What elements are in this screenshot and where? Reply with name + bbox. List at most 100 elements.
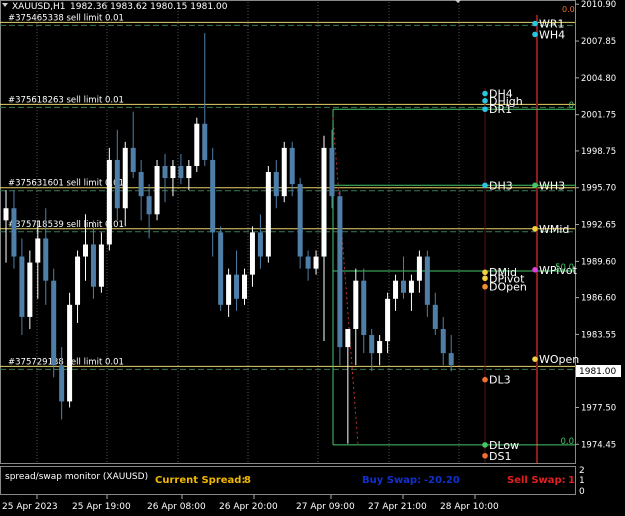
buy-swap-text: Buy Swap: xyxy=(362,475,421,486)
expand-arrow-icon[interactable] xyxy=(455,0,461,3)
candle-body xyxy=(273,172,279,197)
candle-body xyxy=(59,365,65,402)
price-tick-label: 2007.85 xyxy=(581,37,616,47)
candle-body xyxy=(98,244,104,287)
candle-body xyxy=(210,159,216,233)
level-percent-label: 0 xyxy=(569,101,574,111)
weekly-level-label: WOpen xyxy=(539,353,579,366)
candle-body xyxy=(27,262,33,317)
candle-body xyxy=(218,232,224,305)
current-price-text: 1981.00 xyxy=(579,367,616,377)
candle-body xyxy=(234,274,240,299)
candle-body xyxy=(369,335,375,354)
candle-body xyxy=(337,196,343,348)
daily-level-dot xyxy=(482,452,488,459)
candle-body xyxy=(377,341,383,354)
subwindow-scale-top: 2 xyxy=(579,466,585,476)
weekly-level-dot xyxy=(532,20,538,27)
time-tick-label: 27 Apr 09:00 xyxy=(296,502,355,512)
price-tick-label: 1977.50 xyxy=(581,403,616,413)
weekly-level-dot xyxy=(532,182,538,189)
candle-body xyxy=(242,274,247,299)
order-label: #375729138 sell limit 0.01 xyxy=(8,357,124,367)
collapse-arrow-icon[interactable] xyxy=(2,3,8,7)
candle-body xyxy=(401,280,406,293)
candle-body xyxy=(138,172,144,197)
candle-body xyxy=(75,256,81,305)
candle-body xyxy=(202,123,208,160)
candle-body xyxy=(257,232,263,257)
candle-body xyxy=(178,165,184,179)
level-percent-label: 50.0 xyxy=(555,263,574,273)
time-tick-label: 27 Apr 21:00 xyxy=(368,502,427,512)
time-tick-label: 26 Apr 08:00 xyxy=(147,502,206,512)
candle-body xyxy=(146,196,152,215)
candle-body xyxy=(51,280,57,366)
candle-body xyxy=(114,159,120,209)
subwindow-scale-bot: 0 xyxy=(579,487,585,497)
spread-text: Current Spread: xyxy=(155,475,245,486)
candle-body xyxy=(329,147,335,197)
daily-level-dot xyxy=(482,442,488,448)
time-axis: 25 Apr 2023 25 Apr 19:00 26 Apr 08:00 26 Ap… xyxy=(2,495,499,512)
candle-body xyxy=(67,304,73,402)
candle-body xyxy=(19,256,25,317)
daily-level-label: DL3 xyxy=(489,374,511,387)
daily-level-label: DR1 xyxy=(489,103,512,116)
buy-swap-label: Buy Swap: -20.20 xyxy=(362,475,460,486)
chart-canvas[interactable]: #375465338 sell limit 0.01 #375618263 sel… xyxy=(0,0,625,516)
price-tick-label: 1974.45 xyxy=(581,440,616,450)
order-label: #375618263 sell limit 0.01 xyxy=(8,95,124,105)
daily-level-dot xyxy=(482,283,488,290)
ohlc-readout: 1982.36 1983.62 1980.15 1981.00 xyxy=(70,2,228,12)
daily-level-label: DS1 xyxy=(489,450,511,463)
daily-level-dot xyxy=(482,269,488,276)
daily-level-dot xyxy=(482,90,488,97)
candle-body xyxy=(170,165,176,179)
candle-body xyxy=(313,256,319,269)
order-label: #375631601 sell limit 0.01 xyxy=(8,179,124,189)
candle-body xyxy=(90,244,96,287)
price-tick-label: 1989.60 xyxy=(581,257,616,267)
price-tick-label: 1995.70 xyxy=(581,184,616,194)
candle-body xyxy=(432,304,438,329)
candle-body xyxy=(416,256,422,281)
daily-level-label: DH3 xyxy=(489,179,513,192)
symbol-label: XAUUSD,H1 xyxy=(12,2,66,12)
candle-body xyxy=(289,147,295,185)
candle-body xyxy=(265,172,271,257)
subwindow-scale-mid: 1 xyxy=(579,476,585,486)
candle-body xyxy=(361,280,367,336)
price-tick-label: 1998.75 xyxy=(581,147,616,157)
time-tick-label: 26 Apr 20:00 xyxy=(219,502,278,512)
daily-level-dot xyxy=(482,182,488,189)
weekly-level-dot xyxy=(532,31,538,38)
corner-value: 0.0 xyxy=(562,5,575,14)
sell-swap-text: Sell Swap: xyxy=(507,475,566,486)
candle-body xyxy=(385,298,391,342)
time-tick-label: 25 Apr 2023 xyxy=(2,502,58,512)
order-label: #375465338 sell limit 0.01 xyxy=(8,13,124,23)
candle-body xyxy=(83,244,88,257)
candle-body xyxy=(106,159,112,245)
price-axis: 2010.90 2007.85 2004.80 2001.75 1998.75 1995.… xyxy=(575,0,616,450)
candle-body xyxy=(122,147,128,209)
candle-body xyxy=(345,328,351,348)
price-tick-label: 1983.55 xyxy=(581,330,616,340)
candle-body xyxy=(393,280,399,299)
subwindow-label: spread/swap monitor (XAUUSD) xyxy=(5,472,148,482)
candle-body xyxy=(297,184,303,257)
buy-swap-value: -20.20 xyxy=(424,475,460,486)
pivot-levels: DH4DHighDR1DH3DMidDPivotDOpenDL3DLowDS1W… xyxy=(332,15,579,463)
candle-body xyxy=(353,280,359,329)
candle-body xyxy=(186,165,192,179)
daily-level-label: DOpen xyxy=(489,281,527,294)
candle-body xyxy=(162,165,168,179)
weekly-level-label: WH3 xyxy=(539,179,565,192)
weekly-level-label: WH4 xyxy=(539,28,565,41)
order-label: #375718539 sell limit 0.01 xyxy=(8,220,124,230)
price-tick-label: 2010.90 xyxy=(581,0,616,10)
price-tick-label: 2004.80 xyxy=(581,74,616,84)
time-tick-label: 28 Apr 10:00 xyxy=(440,502,499,512)
weekly-level-dot xyxy=(532,356,538,362)
